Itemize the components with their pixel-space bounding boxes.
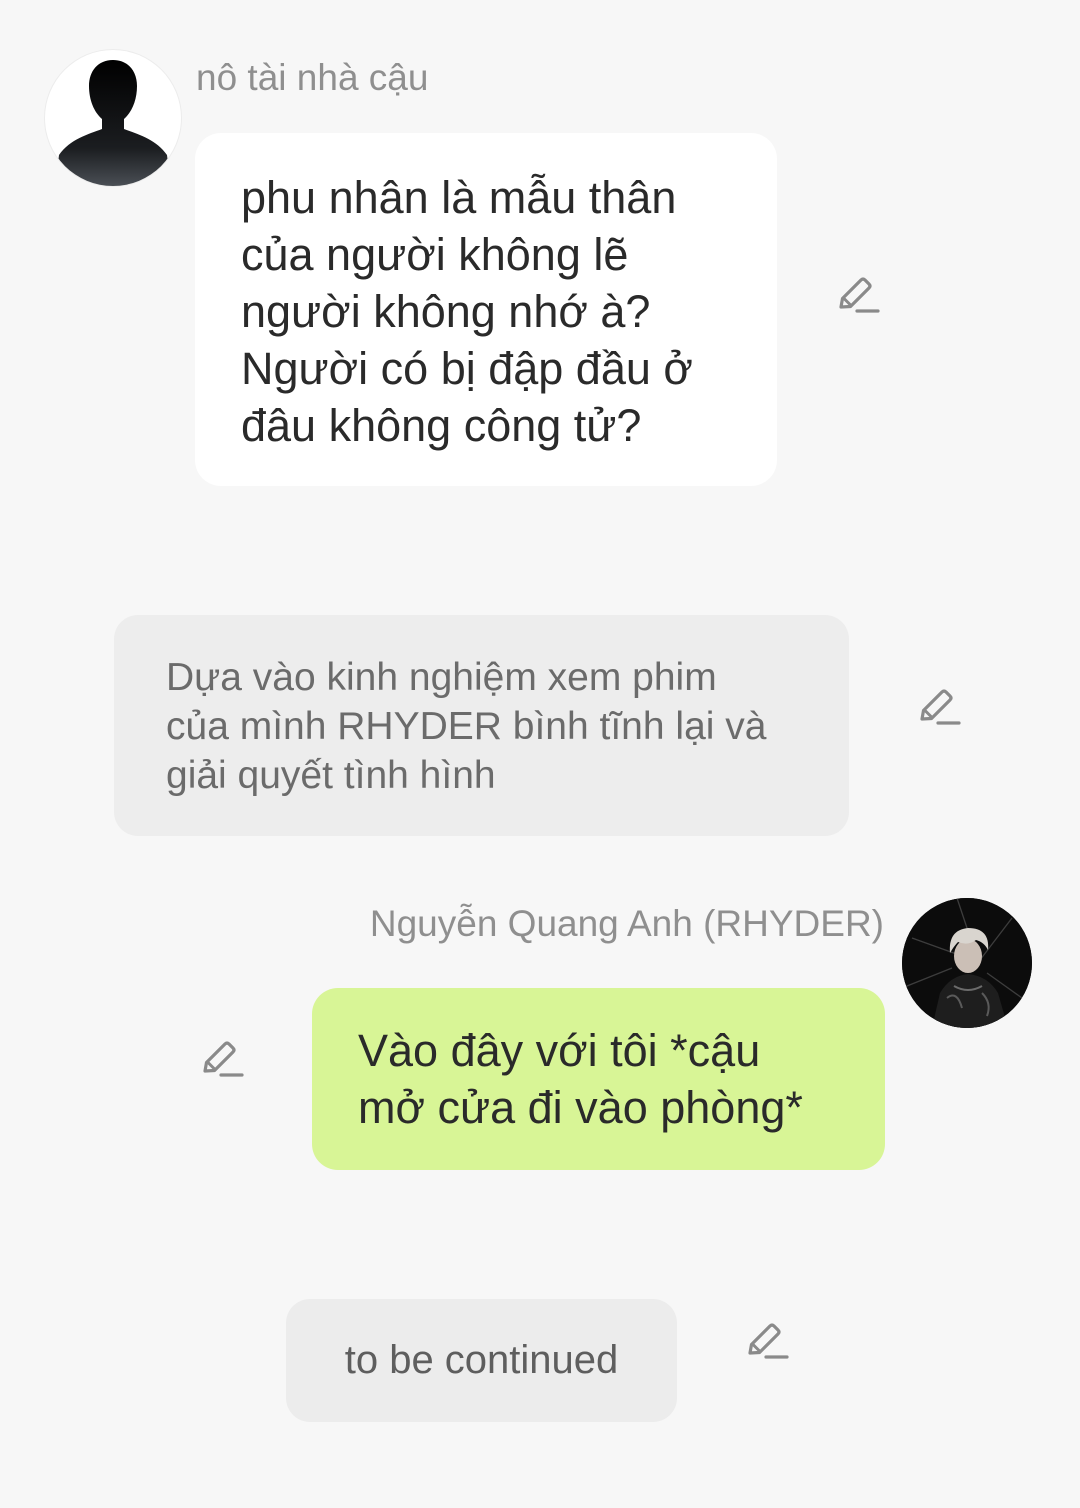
message-line: đâu không công tử?	[241, 400, 642, 451]
narration-bubble[interactable]: to be continued	[286, 1299, 677, 1422]
message-line: của người không lẽ	[241, 229, 629, 280]
sender-name: nô tài nhà cậu	[196, 57, 429, 98]
sender-name: Nguyễn Quang Anh (RHYDER)	[369, 903, 884, 944]
edit-icon[interactable]	[743, 1318, 789, 1364]
narration-line: giải quyết tình hình	[166, 754, 496, 797]
pencil-icon-graphic	[920, 689, 961, 725]
edit-icon[interactable]	[834, 272, 880, 318]
narration-line: Dựa vào kinh nghiệm xem phim	[166, 656, 717, 699]
silhouette-avatar-icon[interactable]	[45, 50, 181, 186]
profile-photo-graphic	[902, 898, 1032, 1028]
narration-line: của mình RHYDER bình tĩnh lại và	[166, 705, 767, 748]
message-line: mở cửa đi vào phòng*	[358, 1082, 803, 1133]
message-line: Người có bị đập đầu ở	[241, 343, 693, 394]
message-line: phu nhân là mẫu thân	[241, 172, 677, 223]
edit-icon[interactable]	[915, 684, 961, 730]
profile-photo-avatar[interactable]	[902, 898, 1032, 1028]
edit-icon[interactable]	[198, 1036, 244, 1082]
pencil-icon-graphic	[748, 1323, 789, 1359]
message-line: Vào đây với tôi *cậu	[358, 1025, 761, 1076]
pencil-icon-graphic	[839, 277, 880, 313]
message-bubble[interactable]: phu nhân là mẫu thân của người không lẽ …	[195, 133, 777, 486]
narration-bubble[interactable]: Dựa vào kinh nghiệm xem phim của mình RH…	[114, 615, 849, 836]
message-line: người không nhớ à?	[241, 286, 651, 337]
silhouette-avatar-graphic	[55, 60, 171, 186]
message-bubble[interactable]: Vào đây với tôi *cậu mở cửa đi vào phòng…	[312, 988, 885, 1170]
pencil-icon-graphic	[203, 1041, 244, 1077]
